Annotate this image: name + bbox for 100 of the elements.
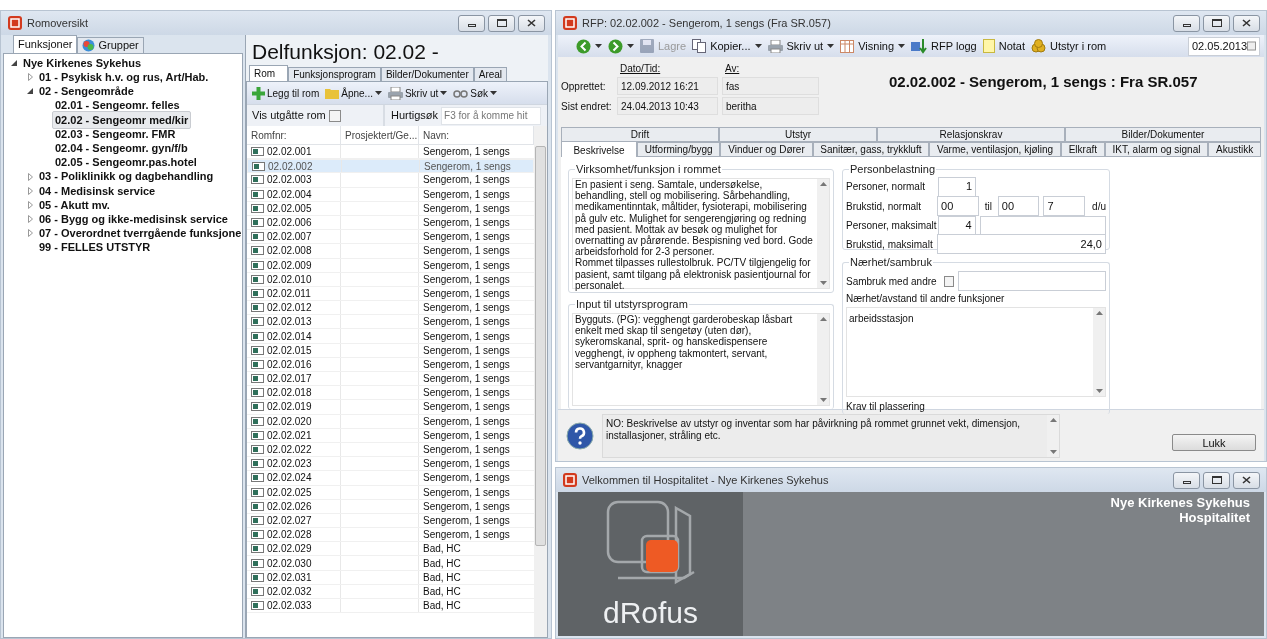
input-field[interactable]: 7	[1043, 196, 1086, 216]
table-row[interactable]: 02.02.031 Bad, HC	[247, 570, 534, 585]
tab[interactable]: Drift	[561, 127, 719, 142]
tab[interactable]: Relasjonskrav	[877, 127, 1065, 142]
collapse-triangle-icon[interactable]	[27, 88, 33, 95]
toolbar-button[interactable]: Skriv ut	[767, 37, 835, 55]
table-row[interactable]: 02.02.027 Sengerom, 1 sengs	[247, 513, 534, 529]
table-row[interactable]: 02.02.002 Sengerom, 1 sengs	[247, 159, 534, 174]
tab[interactable]: Funksjonsprogram	[288, 67, 381, 81]
tab[interactable]: Varme, ventilasjon, kjøling	[929, 142, 1061, 157]
table-row[interactable]: 02.02.016 Sengerom, 1 sengs	[247, 357, 534, 372]
table-row[interactable]: 02.02.006 Sengerom, 1 sengs	[247, 215, 534, 231]
table-row[interactable]: 02.02.004 Sengerom, 1 sengs	[247, 187, 534, 202]
table-row[interactable]: 02.02.033 Bad, HC	[247, 599, 534, 614]
checkbox[interactable]	[943, 275, 955, 287]
table-row[interactable]: 02.02.010 Sengerom, 1 sengs	[247, 272, 534, 287]
tab[interactable]: Vinduer og Dører	[720, 142, 813, 157]
table-row[interactable]: 02.02.022 Sengerom, 1 sengs	[247, 442, 534, 458]
expand-triangle-icon[interactable]	[27, 229, 33, 238]
scrollbar[interactable]	[1047, 414, 1059, 457]
toolbar-button[interactable]	[576, 38, 602, 54]
input-field[interactable]: 00	[937, 196, 979, 216]
quick-search-field[interactable]: F3 for å komme hit	[441, 106, 542, 125]
scroll-up-icon[interactable]	[819, 317, 827, 321]
table-row[interactable]: 02.02.021 Sengerom, 1 sengs	[247, 428, 534, 443]
tab[interactable]: Akustikk	[1208, 142, 1262, 157]
scroll-up-icon[interactable]	[1049, 417, 1057, 422]
scrollbar[interactable]	[817, 314, 829, 405]
table-row[interactable]: 02.02.025 Sengerom, 1 sengs	[247, 485, 534, 500]
expand-triangle-icon[interactable]	[27, 215, 33, 224]
scroll-down-icon[interactable]	[1049, 449, 1057, 454]
maximize-button[interactable]	[1203, 14, 1230, 32]
toolbar-button[interactable]: Kopier...	[692, 37, 762, 55]
table-row[interactable]: 02.02.030 Bad, HC	[247, 556, 534, 571]
tab[interactable]: Bilder/Dokumenter	[1065, 127, 1261, 142]
table-row[interactable]: 02.02.032 Bad, HC	[247, 584, 534, 599]
close-button[interactable]	[1233, 14, 1260, 32]
tab[interactable]: Elkraft	[1060, 142, 1105, 157]
minimize-button[interactable]	[1173, 471, 1200, 489]
scroll-down-icon[interactable]	[819, 398, 827, 402]
tab[interactable]: Utforming/bygg	[637, 142, 721, 157]
expand-triangle-icon[interactable]	[27, 172, 33, 181]
table-row[interactable]: 02.02.018 Sengerom, 1 sengs	[247, 386, 534, 401]
scrollbar[interactable]	[817, 179, 829, 288]
toolbar-button[interactable]: RFP logg	[911, 37, 977, 55]
table-row[interactable]: 02.02.011 Sengerom, 1 sengs	[247, 286, 534, 302]
maximize-button[interactable]	[1203, 471, 1230, 489]
table-row[interactable]: 02.02.009 Sengerom, 1 sengs	[247, 258, 534, 273]
table-row[interactable]: 02.02.008 Sengerom, 1 sengs	[247, 244, 534, 259]
toolbar-button[interactable]: Visning	[840, 37, 906, 55]
toolbar-button[interactable]: Skriv ut	[387, 85, 448, 101]
close-dialog-button[interactable]: Lukk	[1172, 434, 1256, 451]
table-row[interactable]: 02.02.015 Sengerom, 1 sengs	[247, 343, 534, 358]
input-field[interactable]: 00	[997, 196, 1040, 216]
maximize-button[interactable]	[488, 14, 515, 32]
table-row[interactable]: 02.02.013 Sengerom, 1 sengs	[247, 315, 534, 330]
toolbar-button[interactable]: Legg til rom	[252, 85, 320, 101]
scroll-down-icon[interactable]	[1095, 389, 1103, 393]
scroll-up-icon[interactable]	[1095, 311, 1103, 315]
table-row[interactable]: 02.02.028 Sengerom, 1 sengs	[247, 528, 534, 543]
table-row[interactable]: 02.02.003 Sengerom, 1 sengs	[247, 173, 534, 188]
input-field[interactable]	[958, 271, 1106, 291]
toolbar-button[interactable]: Utstyr i rom	[1031, 37, 1107, 55]
tree-item[interactable]: 02.02 - Sengeomr med/kir	[52, 110, 192, 130]
table-row[interactable]: 02.02.014 Sengerom, 1 sengs	[247, 329, 534, 344]
scroll-down-icon[interactable]	[819, 281, 827, 285]
checkbox[interactable]	[328, 109, 341, 122]
scrollbar[interactable]	[534, 126, 547, 637]
table-row[interactable]: 02.02.024 Sengerom, 1 sengs	[247, 471, 534, 486]
minimize-button[interactable]	[1173, 14, 1200, 32]
close-button[interactable]	[518, 14, 545, 32]
toolbar-button[interactable]: Søk	[453, 85, 498, 101]
close-button[interactable]	[1233, 471, 1260, 489]
table-row[interactable]: 02.02.005 Sengerom, 1 sengs	[247, 201, 534, 216]
expand-triangle-icon[interactable]	[27, 200, 33, 209]
table-row[interactable]: 02.02.017 Sengerom, 1 sengs	[247, 372, 534, 387]
scrollbar[interactable]	[1093, 308, 1105, 396]
table-row[interactable]: 02.02.007 Sengerom, 1 sengs	[247, 230, 534, 245]
expand-triangle-icon[interactable]	[27, 73, 33, 82]
toolbar-button[interactable]	[608, 38, 634, 54]
input-field[interactable]: 4	[938, 215, 976, 236]
expand-triangle-icon[interactable]	[27, 186, 33, 195]
tab[interactable]: Rom	[249, 65, 289, 81]
table-row[interactable]: 02.02.020 Sengerom, 1 sengs	[247, 414, 534, 429]
table-row[interactable]: 02.02.012 Sengerom, 1 sengs	[247, 301, 534, 316]
column-header[interactable]: Romfnr:	[247, 126, 341, 144]
tab[interactable]: Utstyr	[719, 127, 877, 142]
tab[interactable]: Bilder/Dokumenter	[380, 67, 474, 81]
table-row[interactable]: 02.02.019 Sengerom, 1 sengs	[247, 400, 534, 415]
input-field[interactable]: 24,0	[937, 234, 1106, 254]
column-header[interactable]: Prosjektert/Ge...	[341, 126, 419, 144]
table-row[interactable]: 02.02.023 Sengerom, 1 sengs	[247, 457, 534, 472]
tab[interactable]: IKT, alarm og signal	[1104, 142, 1209, 157]
tab[interactable]: Grupper	[77, 37, 144, 53]
tab[interactable]: Areal	[473, 67, 508, 81]
collapse-triangle-icon[interactable]	[11, 60, 17, 67]
toolbar-button[interactable]: Notat	[982, 37, 1026, 55]
toolbar-button[interactable]: Åpne...	[325, 85, 382, 101]
input-field[interactable]: 1	[938, 176, 976, 197]
table-row[interactable]: 02.02.029 Bad, HC	[247, 542, 534, 557]
